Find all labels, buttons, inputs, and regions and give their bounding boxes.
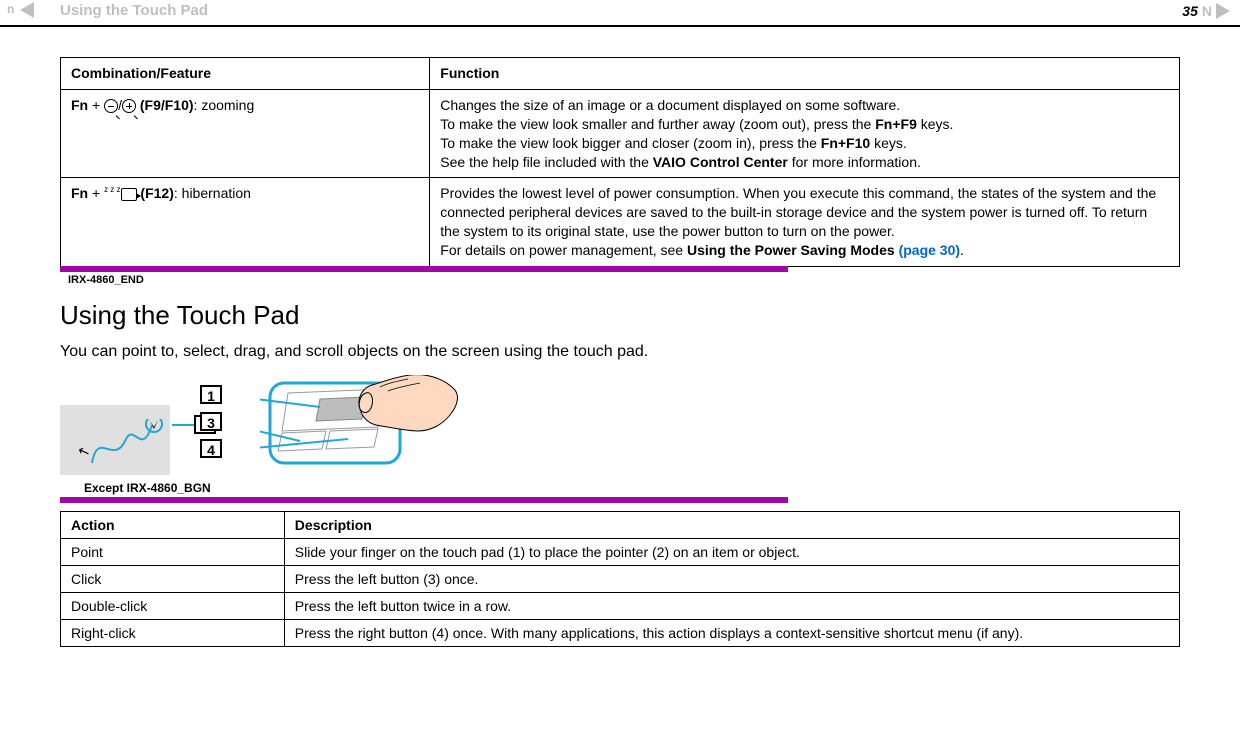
touchpad-illustration-icon [260, 375, 460, 470]
feature-label: : hibernation [174, 185, 251, 201]
table-row: Fn + z z z (F12): hibernation Provides t… [61, 178, 1180, 267]
desc-cell: Press the left button (3) once. [284, 566, 1179, 593]
fn-key-table: Combination/Feature Function Fn + / (F9/… [60, 57, 1180, 267]
touchpad-action-table: Action Description Point Slide your fing… [60, 511, 1180, 647]
func-text: keys. [917, 116, 954, 132]
page-number: 35 [1182, 3, 1198, 19]
breadcrumb: Using the Touch Pad [60, 2, 208, 19]
action-cell: Point [61, 539, 285, 566]
func-cell-zoom: Changes the size of an image or a docume… [430, 89, 1180, 178]
col-header-combo: Combination/Feature [61, 58, 430, 90]
header-rule [0, 25, 1240, 27]
fn-label: Fn [71, 97, 88, 113]
table-header-row: Action Description [61, 512, 1180, 539]
func-cell-hibernate: Provides the lowest level of power consu… [430, 178, 1180, 267]
fn-label: Fn [71, 185, 88, 201]
cursor-path-icon [88, 419, 168, 469]
key-combo-bold: Fn+F10 [821, 135, 870, 151]
desc-cell: Press the left button twice in a row. [284, 593, 1179, 620]
func-text: . [960, 242, 964, 258]
callout-label-3: 3 [200, 412, 222, 431]
zoom-in-icon [122, 99, 136, 113]
touchpad-hand-diagram: 1 3 4 [200, 375, 470, 475]
action-cell: Right-click [61, 620, 285, 647]
action-cell: Click [61, 566, 285, 593]
except-label: Except IRX-4860_BGN [84, 481, 788, 495]
table-row: Click Press the left button (3) once. [61, 566, 1180, 593]
key-combo-bold: Fn+F9 [875, 116, 917, 132]
col-header-desc: Description [284, 512, 1179, 539]
page-header: n Using the Touch Pad 35 N [0, 0, 1240, 21]
section-heading: Using the Touch Pad [60, 300, 1180, 331]
nav-letter-right: N [1202, 3, 1212, 19]
hibernate-icon [121, 188, 137, 201]
table-row: Point Slide your finger on the touch pad… [61, 539, 1180, 566]
func-text: See the help file included with the [440, 154, 652, 170]
keys-label: (F9/F10) [140, 97, 194, 113]
table-row: Double-click Press the left button twice… [61, 593, 1180, 620]
func-text: To make the view look smaller and furthe… [440, 116, 875, 132]
func-text: for more information. [788, 154, 921, 170]
app-name-bold: VAIO Control Center [653, 154, 788, 170]
nav-letter-left: n [7, 2, 14, 16]
feature-label: : zooming [194, 97, 255, 113]
callout-label-4: 4 [200, 439, 222, 458]
func-text: Provides the lowest level of power consu… [440, 185, 1156, 239]
page-nav-right: 35 N [1182, 3, 1230, 19]
plus-text: + [88, 185, 104, 201]
nav-arrow-right-icon[interactable] [1216, 3, 1230, 19]
zoom-out-icon [104, 99, 118, 113]
table-row: Right-click Press the right button (4) o… [61, 620, 1180, 647]
desc-cell: Slide your finger on the touch pad (1) t… [284, 539, 1179, 566]
callout-line [172, 424, 194, 426]
combo-cell-zoom: Fn + / (F9/F10): zooming [61, 89, 430, 178]
combo-cell-hibernate: Fn + z z z (F12): hibernation [61, 178, 430, 267]
section-intro: You can point to, select, drag, and scro… [60, 343, 1180, 361]
touchpad-diagram-row: ↖ 2 1 3 4 [60, 375, 1180, 475]
nav-arrow-left-icon[interactable] [20, 2, 34, 18]
table-header-row: Combination/Feature Function [61, 58, 1180, 90]
action-cell: Double-click [61, 593, 285, 620]
func-text: For details on power management, see [440, 242, 687, 258]
cursor-motion-diagram: ↖ 2 [60, 405, 170, 475]
table-row: Fn + / (F9/F10): zooming Changes the siz… [61, 89, 1180, 178]
col-header-action: Action [61, 512, 285, 539]
func-text: To make the view look bigger and closer … [440, 135, 821, 151]
func-text: keys. [870, 135, 907, 151]
col-header-func: Function [430, 58, 1180, 90]
plus-text: + [88, 97, 104, 113]
desc-cell: Press the right button (4) once. With ma… [284, 620, 1179, 647]
section-divider-bar [60, 497, 788, 503]
irx-end-label: IRX-4860_END [60, 272, 788, 286]
sleep-z-icon: z z z [104, 185, 120, 194]
callout-label-1: 1 [200, 385, 222, 404]
func-text: Changes the size of an image or a docume… [440, 97, 900, 113]
xref-bold: Using the Power Saving Modes [687, 242, 899, 258]
page-link[interactable]: (page 30) [899, 242, 960, 258]
keys-label: (F12) [140, 185, 173, 201]
